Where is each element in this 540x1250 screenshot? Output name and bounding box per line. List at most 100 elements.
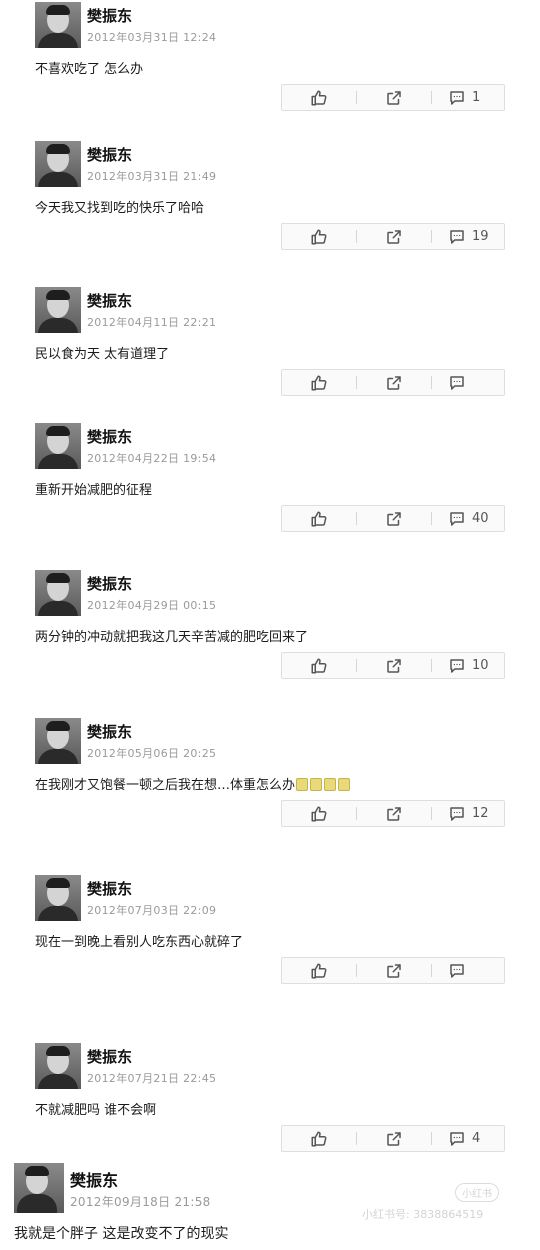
author-name[interactable]: 樊振东 bbox=[87, 721, 132, 742]
like-button[interactable] bbox=[310, 85, 328, 110]
divider bbox=[431, 91, 432, 104]
comment-button[interactable]: 4 bbox=[448, 1126, 480, 1151]
like-button[interactable] bbox=[310, 801, 328, 826]
post-timestamp: 2012年09月18日 21:58 bbox=[70, 1195, 211, 1209]
divider bbox=[431, 512, 432, 525]
action-bar: 40 bbox=[281, 505, 505, 532]
thumbs-up-icon bbox=[310, 805, 328, 823]
like-button[interactable] bbox=[310, 370, 328, 395]
divider bbox=[431, 964, 432, 977]
crying-emoji-icon bbox=[324, 778, 337, 791]
share-icon bbox=[385, 657, 403, 675]
share-icon bbox=[385, 374, 403, 392]
thumbs-up-icon bbox=[310, 374, 328, 392]
divider bbox=[356, 964, 357, 977]
crying-emoji-icon bbox=[338, 778, 351, 791]
share-button[interactable] bbox=[385, 85, 403, 110]
post-text: 不喜欢吃了 怎么办 bbox=[35, 58, 143, 77]
post-text-content: 我就是个胖子 这是改变不了的现实 bbox=[14, 1226, 229, 1242]
comment-button[interactable] bbox=[448, 958, 472, 983]
like-button[interactable] bbox=[310, 653, 328, 678]
comment-button[interactable] bbox=[448, 370, 472, 395]
action-bar bbox=[281, 369, 505, 396]
thumbs-up-icon bbox=[310, 510, 328, 528]
avatar[interactable] bbox=[14, 1163, 64, 1213]
comment-button[interactable]: 19 bbox=[448, 224, 489, 249]
comment-count: 19 bbox=[472, 229, 489, 244]
comment-button[interactable]: 12 bbox=[448, 801, 489, 826]
divider bbox=[356, 659, 357, 672]
author-name[interactable]: 樊振东 bbox=[87, 878, 132, 899]
share-button[interactable] bbox=[385, 1126, 403, 1151]
avatar[interactable] bbox=[35, 2, 81, 48]
post-text: 不就减肥吗 谁不会啊 bbox=[35, 1099, 156, 1118]
divider bbox=[356, 91, 357, 104]
weibo-post-feed: 樊振东 2012年03月31日 12:24 不喜欢吃了 怎么办 1 樊振东 2012年03… bbox=[0, 0, 540, 1250]
share-icon bbox=[385, 962, 403, 980]
action-bar: 19 bbox=[281, 223, 505, 250]
share-button[interactable] bbox=[385, 506, 403, 531]
avatar[interactable] bbox=[35, 287, 81, 333]
author-name[interactable]: 樊振东 bbox=[87, 5, 132, 26]
post-timestamp: 2012年04月11日 22:21 bbox=[87, 316, 217, 329]
author-name[interactable]: 樊振东 bbox=[87, 144, 132, 165]
like-button[interactable] bbox=[310, 1126, 328, 1151]
like-button[interactable] bbox=[310, 958, 328, 983]
comment-count: 12 bbox=[472, 806, 489, 821]
thumbs-up-icon bbox=[310, 228, 328, 246]
divider bbox=[431, 659, 432, 672]
avatar[interactable] bbox=[35, 570, 81, 616]
like-button[interactable] bbox=[310, 224, 328, 249]
post-text-content: 民以食为天 太有道理了 bbox=[35, 347, 170, 362]
post-item: 樊振东 2012年03月31日 21:49 今天我又找到吃的快乐了哈哈 19 bbox=[0, 141, 540, 251]
comment-bubble-icon bbox=[448, 374, 466, 392]
share-button[interactable] bbox=[385, 370, 403, 395]
author-name[interactable]: 樊振东 bbox=[70, 1167, 118, 1191]
share-button[interactable] bbox=[385, 224, 403, 249]
share-button[interactable] bbox=[385, 653, 403, 678]
post-text-content: 不喜欢吃了 怎么办 bbox=[35, 62, 144, 77]
comment-count: 4 bbox=[472, 1131, 481, 1146]
comment-button[interactable]: 10 bbox=[448, 653, 489, 678]
comment-button[interactable]: 40 bbox=[448, 506, 489, 531]
post-timestamp: 2012年07月21日 22:45 bbox=[87, 1072, 217, 1085]
post-text-content: 两分钟的冲动就把我这几天辛苦减的肥吃回来了 bbox=[35, 630, 309, 645]
avatar[interactable] bbox=[35, 718, 81, 764]
emoji-group bbox=[296, 778, 351, 791]
post-item: 樊振东 2012年04月11日 22:21 民以食为天 太有道理了 bbox=[0, 287, 540, 397]
action-bar: 10 bbox=[281, 652, 505, 679]
divider bbox=[356, 512, 357, 525]
comment-bubble-icon bbox=[448, 962, 466, 980]
share-button[interactable] bbox=[385, 958, 403, 983]
share-button[interactable] bbox=[385, 801, 403, 826]
author-name[interactable]: 樊振东 bbox=[87, 573, 132, 594]
avatar[interactable] bbox=[35, 875, 81, 921]
comment-bubble-icon bbox=[448, 89, 466, 107]
author-name[interactable]: 樊振东 bbox=[87, 426, 132, 447]
avatar[interactable] bbox=[35, 1043, 81, 1089]
divider bbox=[356, 1132, 357, 1145]
author-name[interactable]: 樊振东 bbox=[87, 1046, 132, 1067]
action-bar: 12 bbox=[281, 800, 505, 827]
post-item: 樊振东 2012年05月06日 20:25 在我刚才又饱餐一顿之后我在想…体重怎么办… bbox=[0, 718, 540, 828]
watermark-badge: 小红书 bbox=[455, 1183, 499, 1202]
comment-bubble-icon bbox=[448, 228, 466, 246]
avatar[interactable] bbox=[35, 423, 81, 469]
comment-count: 1 bbox=[472, 90, 481, 105]
thumbs-up-icon bbox=[310, 1130, 328, 1148]
action-bar: 4 bbox=[281, 1125, 505, 1152]
author-name[interactable]: 樊振东 bbox=[87, 290, 132, 311]
share-icon bbox=[385, 510, 403, 528]
divider bbox=[356, 376, 357, 389]
post-text-content: 不就减肥吗 谁不会啊 bbox=[35, 1103, 157, 1118]
avatar[interactable] bbox=[35, 141, 81, 187]
divider bbox=[431, 230, 432, 243]
thumbs-up-icon bbox=[310, 657, 328, 675]
like-button[interactable] bbox=[310, 506, 328, 531]
crying-emoji-icon bbox=[310, 778, 323, 791]
post-item: 樊振东 2012年04月29日 00:15 两分钟的冲动就把我这几天辛苦减的肥吃回来… bbox=[0, 570, 540, 680]
comment-button[interactable]: 1 bbox=[448, 85, 480, 110]
comment-bubble-icon bbox=[448, 805, 466, 823]
post-item: 樊振东 2012年04月22日 19:54 重新开始减肥的征程 40 bbox=[0, 423, 540, 533]
post-timestamp: 2012年03月31日 21:49 bbox=[87, 170, 217, 183]
